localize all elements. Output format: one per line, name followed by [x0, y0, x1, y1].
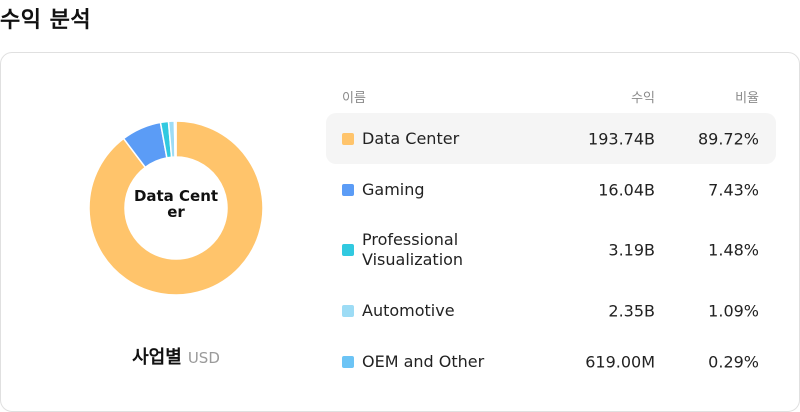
segment-revenue: 16.04B: [598, 180, 655, 199]
segment-revenue: 619.00M: [585, 352, 655, 371]
segment-ratio: 1.48%: [708, 240, 759, 260]
table-header: 이름 수익 비율: [326, 81, 776, 113]
revenue-table: 이름 수익 비율 Data Center 193.74B 89.72% Gami…: [326, 81, 776, 387]
legend-swatch: [342, 183, 354, 196]
header-name: 이름: [342, 91, 366, 106]
caption-unit: USD: [187, 349, 220, 367]
table-row[interactable]: Gaming 16.04B 7.43%: [326, 164, 776, 215]
segment-ratio: 7.43%: [708, 180, 759, 199]
segment-name: Professional Visualization: [362, 230, 464, 269]
page-title: 수익 분석: [0, 8, 92, 33]
table-row[interactable]: Automotive 2.35B 1.09%: [326, 285, 776, 336]
segment-revenue: 3.19B: [608, 240, 655, 260]
chart-caption: 사업별 USD: [1, 343, 351, 369]
table-row[interactable]: Professional Visualization 3.19B 1.48%: [326, 215, 776, 285]
legend-swatch: [342, 244, 354, 256]
table-row[interactable]: Data Center 193.74B 89.72%: [326, 113, 776, 164]
revenue-analysis-card: Data Center 사업별 USD 이름 수익 비율 Data Center …: [0, 52, 800, 412]
donut-center-label: Data Center: [133, 187, 219, 221]
table-row[interactable]: OEM and Other 619.00M 0.29%: [326, 336, 776, 387]
header-revenue: 수익: [631, 91, 655, 106]
segment-ratio: 1.09%: [708, 301, 759, 320]
segment-revenue: 2.35B: [608, 301, 655, 320]
caption-title: 사업별: [132, 347, 182, 368]
segment-ratio: 0.29%: [708, 352, 759, 371]
segment-name: Data Center: [362, 128, 460, 148]
segment-name: Automotive: [362, 300, 455, 320]
segment-revenue: 193.74B: [588, 129, 655, 148]
legend-swatch: [342, 132, 354, 145]
donut-chart: Data Center: [88, 120, 264, 296]
segment-name: OEM and Other: [362, 351, 485, 371]
legend-swatch: [342, 304, 354, 317]
segment-ratio: 89.72%: [697, 129, 759, 148]
header-ratio: 비율: [735, 91, 759, 106]
segment-name: Gaming: [362, 179, 425, 199]
donut-slice-oem-and-other[interactable]: [173, 120, 177, 158]
legend-swatch: [342, 355, 354, 368]
